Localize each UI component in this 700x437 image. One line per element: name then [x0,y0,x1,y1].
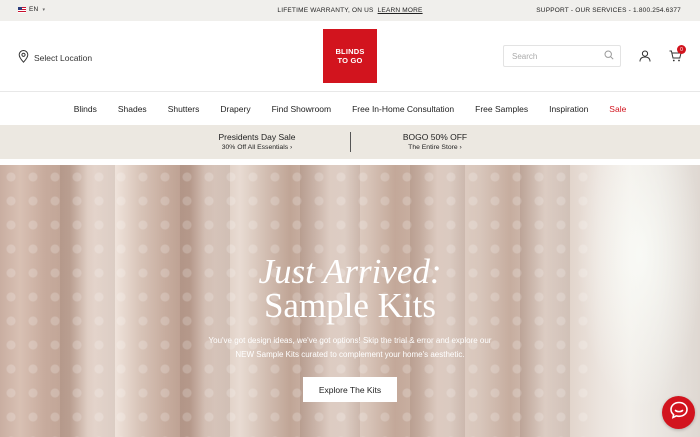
hero-title-line-2: Sample Kits [263,286,437,325]
nav-item-drapery[interactable]: Drapery [210,104,261,114]
cart-button[interactable]: 0 [669,45,686,67]
explore-kits-button[interactable]: Explore The Kits [303,377,397,402]
account-button[interactable] [639,49,651,67]
logo-line-2: TO GO [337,56,363,65]
learn-more-link[interactable]: LEARN MORE [378,7,423,14]
nav-item-blinds[interactable]: Blinds [63,104,107,114]
warranty-text: LIFETIME WARRANTY, ON US [277,7,374,14]
chat-button[interactable] [662,396,695,429]
promo-title: BOGO 50% OFF [402,132,468,142]
nav-item-shades[interactable]: Shades [107,104,157,114]
support-phone[interactable]: SUPPORT - OUR SERVICES - 1.800.254.6377 [536,7,681,14]
hero-description: You've got design ideas, we've got optio… [208,336,492,359]
promo-title: Presidents Day Sale [218,132,296,142]
promo-subtitle: The Entire Store › [408,144,462,151]
nav-item-inspiration[interactable]: Inspiration [539,104,599,114]
cart-count-badge: 0 [677,45,686,54]
search-input[interactable] [512,51,602,61]
promo-divider [350,132,351,152]
site-header: Select Location BLINDS TO GO 0 [0,21,700,91]
promo-presidents-day[interactable]: Presidents Day Sale 30% Off All Essentia… [187,132,327,151]
nav-item-free-samples[interactable]: Free Samples [465,104,539,114]
nav-item-free-consultation[interactable]: Free In-Home Consultation [342,104,465,114]
nav-item-find-showroom[interactable]: Find Showroom [261,104,342,114]
nav-item-shutters[interactable]: Shutters [157,104,210,114]
nav-item-sale[interactable]: Sale [599,104,637,114]
search-icon[interactable] [604,47,614,65]
hero-banner: Just Arrived: Sample Kits You've got des… [0,165,700,437]
location-label: Select Location [34,52,93,63]
promo-bogo[interactable]: BOGO 50% OFF The Entire Store › [365,132,505,151]
user-icon [639,49,651,66]
promo-subtitle: 30% Off All Essentials › [221,144,293,151]
chat-icon [669,400,689,425]
promo-bar: Presidents Day Sale 30% Off All Essentia… [0,125,700,159]
search-box[interactable] [503,45,621,67]
logo-line-1: BLINDS [335,47,365,56]
blinds-to-go-logo[interactable]: BLINDS TO GO [323,29,377,83]
select-location-button[interactable]: Select Location [18,50,92,65]
utility-bar: EN ▾ LIFETIME WARRANTY, ON US LEARN MORE… [0,0,700,21]
location-pin-icon [18,50,29,65]
main-nav: Blinds Shades Shutters Drapery Find Show… [0,92,700,125]
